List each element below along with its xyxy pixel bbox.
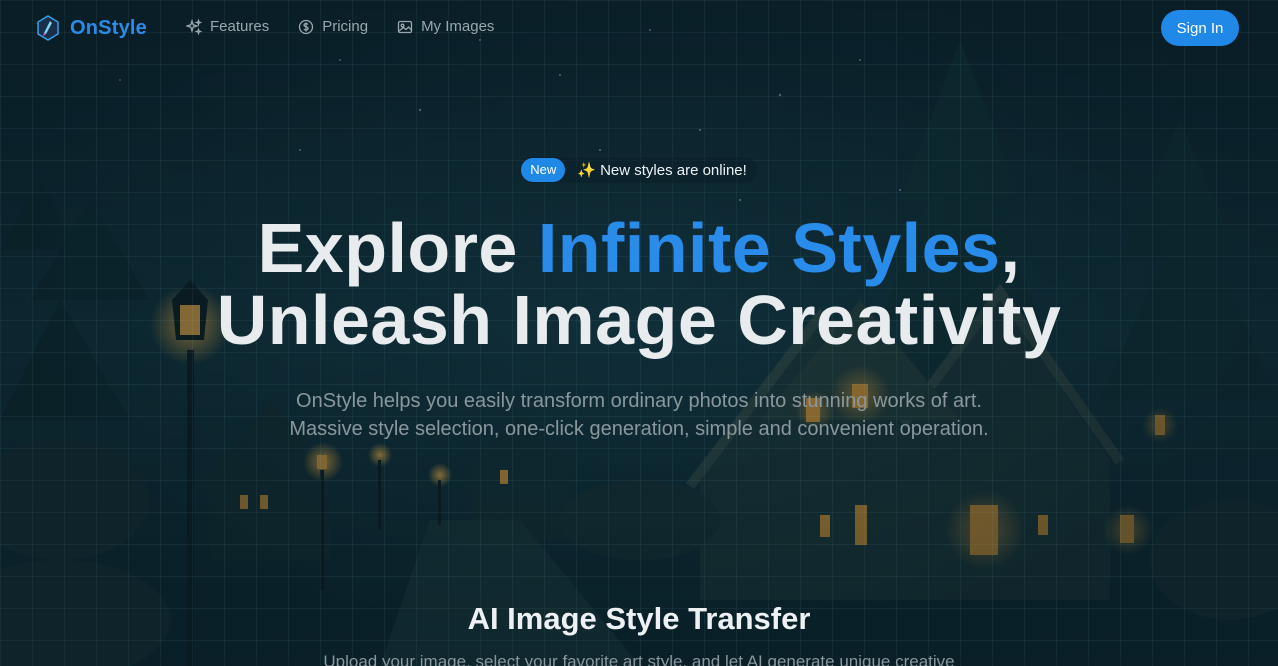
subtitle-line1: OnStyle helps you easily transform ordin…	[296, 390, 982, 412]
section-title: AI Image Style Transfer	[467, 601, 811, 636]
coin-icon	[299, 19, 314, 34]
nav-link-my-images[interactable]: My Images	[397, 18, 494, 35]
headline-comma: ,	[1000, 209, 1021, 287]
top-nav: OnStyle Features Pricing My Images Sign …	[0, 0, 1278, 56]
sign-in-button[interactable]: Sign In	[1161, 10, 1239, 46]
nav-link-label: Features	[210, 18, 270, 35]
subtitle-line2: Massive style selection, one-click gener…	[289, 418, 989, 440]
headline-part1: Explore	[257, 209, 538, 287]
nav-link-label: My Images	[421, 18, 495, 35]
logo-icon	[37, 15, 59, 41]
nav-link-pricing[interactable]: Pricing	[298, 18, 368, 35]
brand-name: OnStyle	[70, 16, 147, 39]
hero-headline: Explore Infinite Styles, Unleash Image C…	[0, 212, 1278, 356]
image-icon	[397, 20, 413, 33]
sparkles-icon	[186, 18, 202, 35]
headline-accent: Infinite Styles	[537, 209, 1001, 287]
announcement-row: New ✨ New styles are online!	[0, 157, 1278, 183]
page: OnStyle Features Pricing My Images Sign …	[0, 0, 1278, 666]
section-description: Upload your image, select your favorite …	[323, 652, 955, 666]
headline-line2: Unleash Image Creativity	[216, 281, 1062, 359]
announcement-text: ✨ New styles are online!	[577, 162, 747, 179]
new-badge: New	[521, 158, 566, 182]
nav-links: Features Pricing My Images	[186, 18, 494, 35]
nav-link-label: Pricing	[322, 18, 369, 35]
announcement-badge[interactable]: New ✨ New styles are online!	[521, 157, 757, 183]
hero-subtitle: OnStyle helps you easily transform ordin…	[0, 387, 1278, 443]
nav-link-features[interactable]: Features	[186, 18, 269, 35]
brand-logo[interactable]: OnStyle	[36, 15, 147, 41]
